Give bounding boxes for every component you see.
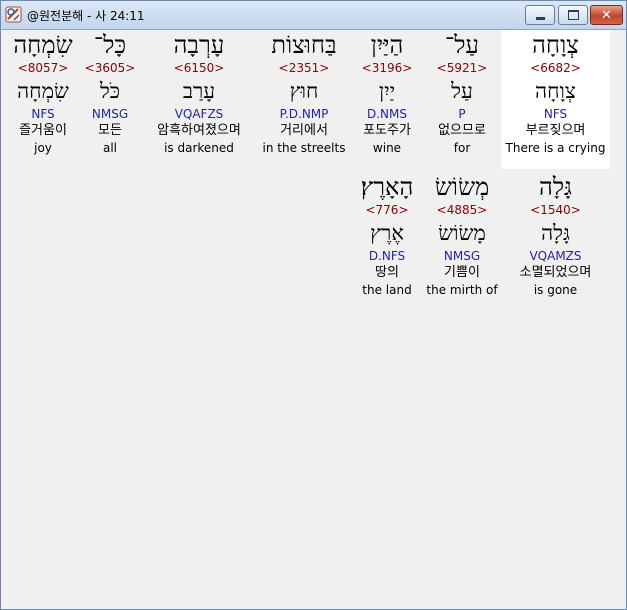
title-bar[interactable]: @원전분해 - 사 24:11 ✕: [1, 1, 626, 30]
close-button[interactable]: ✕: [590, 5, 623, 25]
word-block[interactable]: שִׂמְחָה <8057> שִׂמְחָה NFS 즐거움이 joy: [7, 30, 79, 156]
word-block[interactable]: גָּלָה <1540> גָּלָה VQAMZS 소멸되었으며 is go…: [501, 172, 610, 298]
hebrew-lemma: עַל: [451, 79, 473, 103]
english-gloss: joy: [34, 141, 52, 155]
hebrew-word: הָאָרֶץ׃: [360, 173, 414, 201]
hebrew-word: שִׂמְחָה: [13, 31, 73, 59]
parsing-code: D.NFS: [368, 249, 406, 263]
hebrew-lemma: כֹּל: [99, 79, 121, 103]
parsing-code: NFS: [31, 107, 55, 121]
maximize-icon: [567, 10, 579, 20]
strong-number[interactable]: <5921>: [426, 60, 498, 76]
app-icon: [5, 6, 22, 23]
strong-number[interactable]: <6150>: [141, 60, 257, 76]
korean-gloss: 즐거움이: [19, 123, 67, 138]
window-title: @원전분해 - 사 24:11: [27, 9, 145, 23]
korean-gloss: 거리에서: [280, 123, 328, 138]
parsing-code: P: [458, 107, 466, 121]
hebrew-lemma: שִׂמְחָה: [17, 79, 69, 103]
parsing-code: VQAFZS: [174, 107, 224, 121]
hebrew-word: מְשׂוֹשׂ: [434, 173, 490, 201]
minimize-icon: [535, 16, 545, 20]
hebrew-word: בַּחוּצוֹת: [271, 31, 337, 59]
hebrew-word: עָרְבָה: [173, 31, 225, 59]
hebrew-word: הַיַּיִן: [370, 31, 404, 59]
word-block[interactable]: עָרְבָה <6150> עָרַב VQAFZS 암흑하여졌으며 is d…: [141, 30, 257, 156]
hebrew-lemma: גָּלָה: [541, 221, 570, 245]
strong-number[interactable]: <8057>: [7, 60, 79, 76]
parsing-code: VQAMZS: [529, 249, 582, 263]
english-gloss: all: [102, 141, 118, 155]
word-block[interactable]: עַל־ <5921> עַל P 없으므로 for: [426, 30, 498, 156]
hebrew-lemma: מָשׂוֹשׂ: [438, 221, 486, 245]
strong-number[interactable]: <2351>: [259, 60, 349, 76]
english-gloss: in the streelts: [262, 141, 346, 155]
korean-gloss: 암흑하여졌으며: [157, 123, 241, 138]
parsing-code: P.D.NMP: [279, 107, 329, 121]
strong-number[interactable]: <6682>: [501, 60, 610, 76]
strong-number[interactable]: <3196>: [351, 60, 423, 76]
strong-number[interactable]: <1540>: [501, 202, 610, 218]
maximize-button[interactable]: [558, 5, 588, 25]
korean-gloss: 소멸되었으며: [519, 265, 592, 280]
korean-gloss: 모든: [98, 123, 122, 138]
hebrew-lemma: עָרַב: [182, 79, 216, 103]
minimize-button[interactable]: [525, 5, 555, 25]
english-gloss: the mirth of: [426, 283, 498, 297]
hebrew-lemma: חוּץ: [289, 79, 319, 103]
strong-number[interactable]: <776>: [351, 202, 423, 218]
english-gloss: is darkened: [164, 141, 234, 155]
english-gloss: There is a crying: [505, 141, 606, 155]
strong-number[interactable]: <4885>: [426, 202, 498, 218]
hebrew-lemma: צְוָחָה: [535, 79, 576, 103]
word-block[interactable]: הָאָרֶץ׃ <776> אֶרֶץ D.NFS 땅의 the land: [351, 172, 423, 298]
hebrew-lemma: יַיִן: [378, 79, 396, 103]
hebrew-lemma: אֶרֶץ: [370, 221, 404, 245]
parsing-code: NMSG: [443, 249, 481, 263]
parsing-code: D.NMS: [366, 107, 407, 121]
english-gloss: is gone: [533, 283, 578, 297]
korean-gloss: 포도주가: [363, 123, 411, 138]
word-block[interactable]: בַּחוּצוֹת <2351> חוּץ P.D.NMP 거리에서 in t…: [259, 30, 349, 156]
hebrew-word: גָּלָה: [539, 173, 572, 201]
korean-gloss: 땅의: [375, 265, 399, 280]
parsing-code: NMSG: [91, 107, 129, 121]
interlinear-panel: צְוָחָה <6682> צְוָחָה NFS 부르짖으며 There i…: [1, 30, 626, 609]
english-gloss: wine: [372, 141, 402, 155]
hebrew-word: עַל־: [445, 31, 479, 59]
english-gloss: the land: [362, 283, 412, 297]
korean-gloss: 기쁨이: [444, 265, 480, 280]
close-icon: ✕: [601, 7, 612, 23]
hebrew-word: צְוָחָה: [532, 31, 579, 59]
korean-gloss: 부르짖으며: [525, 123, 586, 138]
korean-gloss: 없으므로: [438, 123, 486, 138]
word-block[interactable]: מְשׂוֹשׂ <4885> מָשׂוֹשׂ NMSG 기쁨이 the mi…: [426, 172, 498, 298]
english-gloss: for: [453, 141, 471, 155]
parsing-code: NFS: [543, 107, 568, 121]
app-window: @원전분해 - 사 24:11 ✕ צְוָחָה <6682> צְוָחָה…: [0, 0, 627, 610]
word-block[interactable]: צְוָחָה <6682> צְוָחָה NFS 부르짖으며 There i…: [501, 30, 610, 169]
strong-number[interactable]: <3605>: [81, 60, 139, 76]
word-block[interactable]: כָּל־ <3605> כֹּל NMSG 모든 all: [81, 30, 139, 156]
word-block[interactable]: הַיַּיִן <3196> יַיִן D.NMS 포도주가 wine: [351, 30, 423, 156]
hebrew-word: כָּל־: [93, 31, 127, 59]
